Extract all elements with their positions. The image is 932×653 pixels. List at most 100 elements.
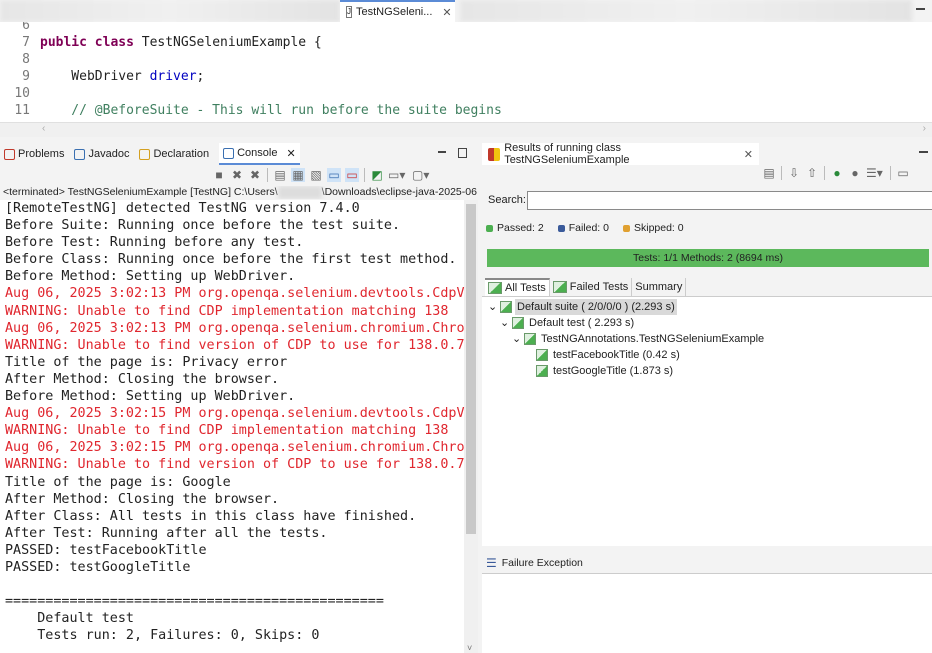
chevron-down-icon[interactable]: ⌄ xyxy=(488,302,497,313)
results-tree: ⌄ Default suite ( 2/0/0/0 ) (2.293 s) ⌄ Def… xyxy=(482,296,932,546)
console-line: [RemoteTestNG] detected TestNG version 7… xyxy=(5,201,360,216)
tab-console[interactable]: Console ✕ xyxy=(219,143,300,165)
console-line: After Test: Running after all the tests. xyxy=(5,525,328,541)
console-line: After Method: Closing the browser. xyxy=(5,371,280,387)
display-console-icon[interactable]: ▭▾ xyxy=(388,168,405,182)
rerun-failed-icon[interactable]: ● xyxy=(848,166,862,180)
scroll-lock-icon[interactable]: ▦ xyxy=(291,168,305,182)
console-scrollbar[interactable]: ˅ xyxy=(464,200,478,653)
chevron-down-icon[interactable]: ⌄ xyxy=(512,334,521,345)
problems-icon xyxy=(4,148,15,160)
tab-javadoc[interactable]: Javadoc xyxy=(74,143,129,165)
failure-exception-label: Failure Exception xyxy=(501,557,583,569)
code-line: 8 xyxy=(0,51,40,68)
code-token: TestNGSeleniumExample { xyxy=(141,35,322,50)
console-line: Aug 06, 2025 3:02:15 PM org.openqa.selen… xyxy=(5,440,464,456)
test-passed-icon xyxy=(500,301,512,313)
close-icon[interactable]: ✕ xyxy=(744,148,753,161)
tree-label: TestNGAnnotations.TestNGSeleniumExample xyxy=(541,333,765,345)
console-line: After Method: Closing the browser. xyxy=(5,491,280,507)
remove-launch-icon[interactable]: ✖ xyxy=(230,168,244,182)
testng-panel: Results of running class TestNGSeleniumE… xyxy=(482,142,932,653)
testng-tab[interactable]: Results of running class TestNGSeleniumE… xyxy=(482,142,759,166)
history-icon[interactable]: ☰▾ xyxy=(866,166,883,180)
tab-declaration[interactable]: Declaration xyxy=(139,143,209,165)
minimize-icon[interactable] xyxy=(916,8,925,10)
console-line: Aug 06, 2025 3:02:13 PM org.openqa.selen… xyxy=(5,286,464,302)
previous-failure-icon[interactable]: ⇧ xyxy=(805,166,819,180)
tree-item[interactable]: ⌄ TestNGAnnotations.TestNGSeleniumExample xyxy=(482,331,932,347)
clear-console-icon[interactable]: ▤ xyxy=(273,168,287,182)
test-hierarchy-icon xyxy=(488,282,502,294)
search-input[interactable] xyxy=(527,191,932,210)
console-icon xyxy=(223,147,235,159)
minimize-icon[interactable] xyxy=(438,151,446,153)
failure-exception-area[interactable] xyxy=(482,573,932,653)
code-token: ; xyxy=(196,69,205,84)
rerun-icon[interactable]: ● xyxy=(830,166,844,180)
close-icon[interactable]: ✕ xyxy=(286,147,295,160)
editor-tab[interactable]: J TestNGSeleni... ✕ xyxy=(340,0,455,22)
console-line: After Class: All tests in this class hav… xyxy=(5,508,417,524)
terminated-suffix: \Downloads\eclipse-java-2025-06 xyxy=(321,186,477,198)
test-passed-icon xyxy=(536,365,548,377)
at-icon xyxy=(74,148,86,160)
console-output[interactable]: [RemoteTestNG] detected TestNG version 7… xyxy=(0,200,464,653)
result-counters: Passed: 2 Failed: 0 Skipped: 0 xyxy=(486,222,684,234)
code-token: driver xyxy=(149,69,197,84)
skipped-icon xyxy=(622,224,630,232)
console-line: WARNING: Unable to find CDP implementati… xyxy=(5,303,449,319)
code-line: 10 xyxy=(0,85,40,102)
pin-console-icon[interactable]: ◩ xyxy=(370,168,384,182)
testng-toolbar: ▤ ⇩ ⇧ ● ● ☰▾ ▭ xyxy=(760,166,912,180)
console-line: WARNING: Unable to find CDP implementati… xyxy=(5,423,449,439)
tab-all-tests[interactable]: All Tests xyxy=(485,278,550,296)
tree-item[interactable]: ⌄ Default suite ( 2/0/0/0 ) (2.293 s) xyxy=(482,299,932,315)
show-stdout-icon[interactable]: ▭ xyxy=(327,168,341,182)
tab-summary[interactable]: Summary xyxy=(632,278,687,296)
tree-item[interactable]: testFacebookTitle (0.42 s) xyxy=(482,347,932,363)
failed-count: Failed: 0 xyxy=(568,222,609,234)
tree-label: Default test ( 2.293 s) xyxy=(529,317,635,329)
new-console-icon[interactable]: ▢▾ xyxy=(412,168,429,182)
declaration-icon xyxy=(139,148,151,160)
horizontal-scrollbar[interactable]: ‹ › xyxy=(0,122,932,137)
console-line: Title of the page is: Google xyxy=(5,474,231,490)
tree-item[interactable]: testGoogleTitle (1.873 s) xyxy=(482,363,932,379)
maximize-icon[interactable] xyxy=(458,148,467,158)
terminate-icon[interactable]: ■ xyxy=(212,168,226,182)
tree-label: Default suite ( 2/0/0/0 ) (2.293 s) xyxy=(515,299,677,315)
progress-bar: Tests: 1/1 Methods: 2 (8694 ms) xyxy=(487,249,929,267)
chevron-down-icon[interactable]: ⌄ xyxy=(500,318,509,329)
clear-results-icon[interactable]: ▤ xyxy=(762,166,776,180)
tree-label: testFacebookTitle (0.42 s) xyxy=(553,349,680,361)
close-icon[interactable]: ✕ xyxy=(442,6,451,19)
remove-all-icon[interactable]: ✖ xyxy=(248,168,262,182)
blurred-tabs xyxy=(0,0,340,22)
line-number: 9 xyxy=(22,69,30,84)
minimize-icon[interactable] xyxy=(919,151,928,153)
view-menu-icon[interactable]: ▭ xyxy=(896,166,910,180)
show-stderr-icon[interactable]: ▭ xyxy=(345,168,359,182)
code-line: 11 // @BeforeSuite - This will run befor… xyxy=(0,102,501,119)
tab-label: Summary xyxy=(635,281,683,293)
word-wrap-icon[interactable]: ▧ xyxy=(309,168,323,182)
code-line: 9 WebDriver driver; xyxy=(0,68,204,85)
code-token: public class xyxy=(40,35,142,50)
terminated-prefix: <terminated> TestNGSeleniumExample [Test… xyxy=(3,186,278,198)
console-line: Title of the page is: Privacy error xyxy=(5,354,288,370)
code-editor[interactable]: 6 7 public class TestNGSeleniumExample {8 9… xyxy=(0,22,932,122)
terminated-status: <terminated> TestNGSeleniumExample [Test… xyxy=(3,186,478,199)
console-line: Aug 06, 2025 3:02:13 PM org.openqa.selen… xyxy=(5,320,464,336)
result-tabs: All Tests Failed Tests Summary xyxy=(485,278,687,296)
next-failure-icon[interactable]: ⇩ xyxy=(787,166,801,180)
testng-tab-title: Results of running class TestNGSeleniumE… xyxy=(504,142,630,166)
code-line: 7 public class TestNGSeleniumExample { xyxy=(0,34,322,51)
tree-item[interactable]: ⌄ Default test ( 2.293 s) xyxy=(482,315,932,331)
passed-icon xyxy=(486,224,493,232)
tab-problems[interactable]: Problems xyxy=(4,143,64,165)
test-passed-icon xyxy=(512,317,524,329)
scrollbar-thumb[interactable] xyxy=(466,204,476,534)
tab-failed-tests[interactable]: Failed Tests xyxy=(550,278,633,296)
